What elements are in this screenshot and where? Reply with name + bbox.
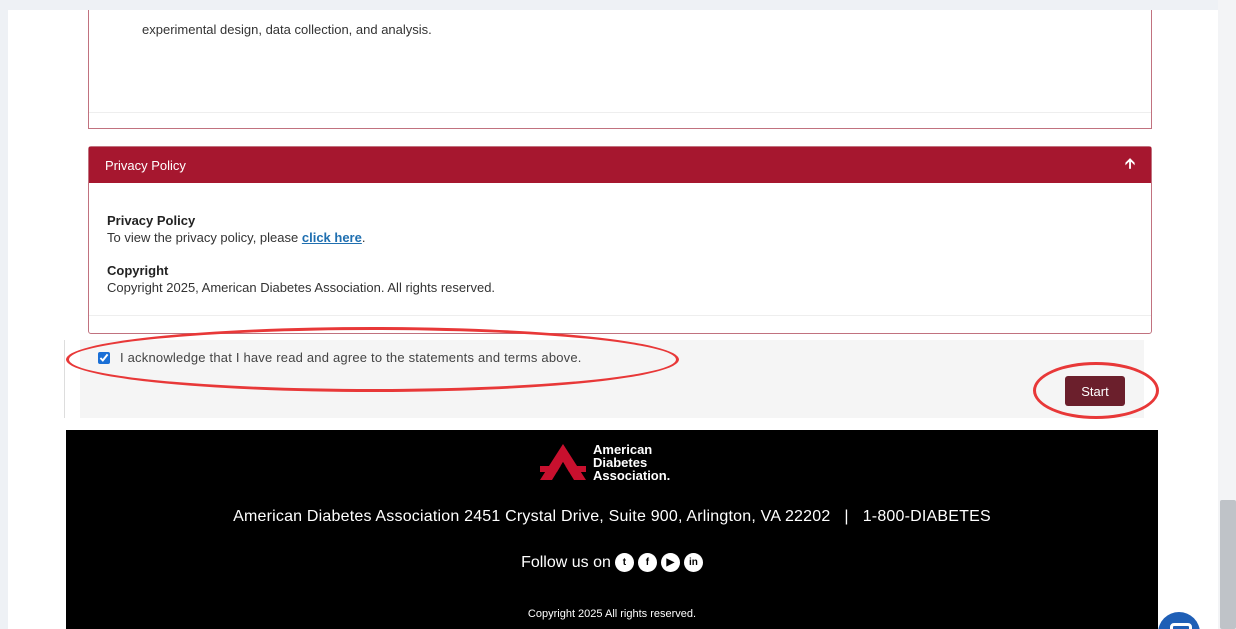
privacy-policy-sentence: To view the privacy policy, please: [107, 230, 302, 245]
previous-section-text: experimental design, data collection, an…: [142, 22, 432, 37]
ada-logo-text: American Diabetes Association.: [593, 443, 670, 482]
privacy-policy-text: To view the privacy policy, please click…: [107, 230, 1133, 245]
logo-line: Association.: [593, 467, 671, 483]
scrollbar-thumb[interactable]: [1220, 500, 1236, 629]
youtube-icon[interactable]: ▶: [660, 553, 680, 572]
footer-separator: |: [835, 508, 859, 525]
footer-phone[interactable]: 1-800-DIABETES: [863, 508, 991, 525]
annotation-circle-start: [1033, 362, 1159, 419]
ada-logo[interactable]: American Diabetes Association.: [538, 442, 670, 482]
privacy-policy-header[interactable]: Privacy Policy 🡩: [89, 147, 1151, 183]
footer-follow: Follow us on t f ▶ in: [66, 553, 1158, 572]
twitter-icon[interactable]: t: [614, 553, 634, 572]
arrow-up-icon[interactable]: 🡩: [1125, 153, 1135, 177]
logo-line: Diabetes: [593, 454, 648, 470]
previous-section-panel: experimental design, data collection, an…: [88, 10, 1152, 129]
footer-copyright: Copyright 2025 All rights reserved.: [527, 608, 697, 620]
page: experimental design, data collection, an…: [0, 0, 1236, 629]
footer-address: American Diabetes Association 2451 Cryst…: [233, 508, 831, 525]
site-footer: American Diabetes Association. American …: [66, 430, 1158, 629]
linkedin-icon[interactable]: in: [683, 553, 703, 572]
follow-label: Follow us on: [521, 553, 611, 571]
privacy-policy-link[interactable]: click here: [302, 230, 362, 245]
footer-address-line: American Diabetes Association 2451 Cryst…: [66, 508, 1158, 526]
privacy-policy-period: .: [361, 230, 366, 245]
privacy-policy-body: Privacy Policy To view the privacy polic…: [89, 183, 1151, 309]
privacy-policy-panel: Privacy Policy 🡩 Privacy Policy To view …: [88, 146, 1152, 334]
facebook-icon[interactable]: f: [637, 553, 657, 572]
ada-logo-mark-icon: [540, 444, 586, 480]
divider: [64, 340, 65, 418]
privacy-policy-header-label: Privacy Policy: [105, 157, 186, 173]
copyright-text: Copyright 2025, American Diabetes Associ…: [107, 280, 496, 295]
logo-line: American: [593, 441, 653, 457]
divider: [89, 315, 1151, 316]
privacy-policy-title: Privacy Policy: [107, 213, 196, 228]
annotation-circle-acknowledge: [66, 327, 679, 392]
divider: [89, 112, 1151, 113]
copyright-title: Copyright: [107, 263, 169, 278]
